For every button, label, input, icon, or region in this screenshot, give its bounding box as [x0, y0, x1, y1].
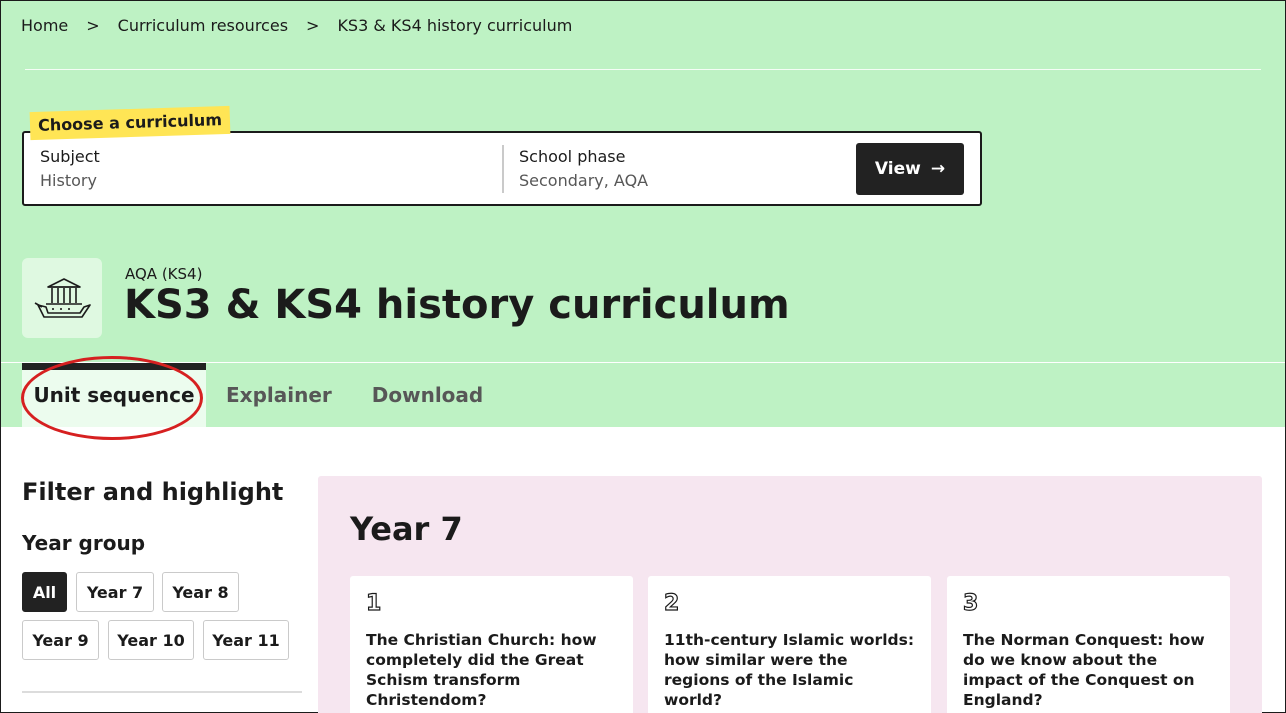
- tab-bar: Unit sequence Explainer Download: [22, 363, 503, 427]
- unit-title: The Christian Church: how completely did…: [366, 631, 597, 709]
- tab-explainer[interactable]: Explainer: [206, 363, 352, 427]
- breadcrumb-curriculum-resources[interactable]: Curriculum resources: [118, 16, 288, 35]
- divider: [22, 691, 302, 693]
- subject-value: History: [40, 171, 97, 190]
- year-filter-all[interactable]: All: [22, 572, 67, 612]
- unit-card[interactable]: 1 The Christian Church: how completely d…: [350, 576, 633, 713]
- breadcrumb-current: KS3 & KS4 history curriculum: [337, 16, 573, 35]
- tab-unit-sequence[interactable]: Unit sequence: [22, 363, 206, 427]
- breadcrumb-home[interactable]: Home: [21, 16, 68, 35]
- breadcrumb-separator: >: [306, 16, 320, 35]
- arrow-right-icon: →: [930, 159, 946, 179]
- subject-field[interactable]: Subject History: [40, 147, 100, 190]
- tab-label: Download: [371, 383, 484, 407]
- year-title: Year 7: [350, 510, 463, 548]
- unit-card[interactable]: 3 The Norman Conquest: how do we know ab…: [947, 576, 1230, 713]
- view-button-label: View: [874, 159, 921, 179]
- school-phase-label: School phase: [519, 147, 626, 166]
- breadcrumb: Home > Curriculum resources > KS3 & KS4 …: [21, 16, 572, 35]
- tab-download[interactable]: Download: [352, 363, 503, 427]
- filter-title: Filter and highlight: [22, 478, 284, 506]
- field-divider: [502, 145, 504, 193]
- divider: [25, 69, 1261, 70]
- unit-number: 3: [962, 591, 979, 616]
- year-filter-year-10[interactable]: Year 10: [108, 620, 194, 660]
- curriculum-selector: Subject History School phase Secondary, …: [22, 131, 982, 206]
- year-filter-year-7[interactable]: Year 7: [76, 572, 154, 612]
- exam-board-label: AQA (KS4): [125, 265, 203, 283]
- unit-title: The Norman Conquest: how do we know abou…: [963, 631, 1205, 709]
- year-group-title: Year group: [22, 531, 146, 555]
- school-phase-value: Secondary, AQA: [519, 171, 649, 190]
- unit-number: 2: [663, 591, 680, 616]
- unit-number: 1: [365, 591, 382, 616]
- breadcrumb-separator: >: [86, 16, 100, 35]
- tab-label: Unit sequence: [33, 383, 195, 407]
- year-filter-year-9[interactable]: Year 9: [22, 620, 99, 660]
- year-filter-year-11[interactable]: Year 11: [203, 620, 289, 660]
- year-panel: Year 7 1 The Christian Church: how compl…: [318, 476, 1262, 713]
- history-building-icon: [22, 258, 102, 338]
- year-filter-year-8[interactable]: Year 8: [162, 572, 239, 612]
- view-button[interactable]: View →: [856, 143, 964, 195]
- page-title: KS3 & KS4 history curriculum: [124, 282, 790, 328]
- tab-label: Explainer: [226, 383, 332, 407]
- unit-title: 11th-century Islamic worlds: how similar…: [664, 631, 915, 709]
- school-phase-field[interactable]: School phase Secondary, AQA: [519, 147, 648, 190]
- subject-label: Subject: [40, 147, 100, 166]
- unit-card[interactable]: 2 11th-century Islamic worlds: how simil…: [648, 576, 931, 713]
